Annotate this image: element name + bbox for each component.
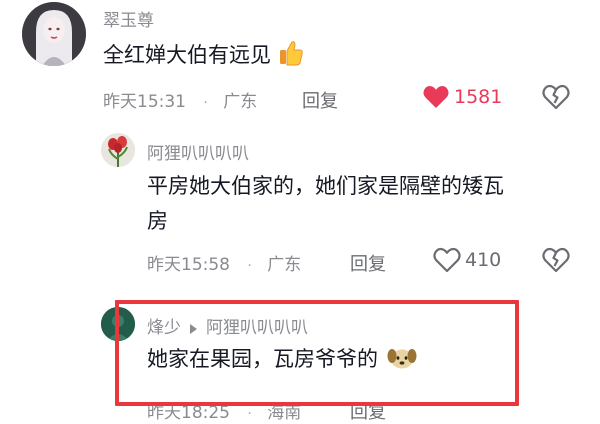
avatar[interactable] — [101, 133, 135, 167]
comment-time: 昨天18:25 — [147, 403, 230, 423]
comment-text-line: 房 — [147, 209, 168, 233]
like-count: 1581 — [454, 86, 503, 108]
comment-location: 广东 — [223, 92, 258, 112]
heart-outline-icon — [433, 247, 461, 273]
comment-location: 广东 — [267, 255, 302, 275]
comment-username[interactable]: 翠玉尊 — [103, 6, 154, 31]
comment-meta: 昨天15:31 · 广东 — [103, 87, 257, 112]
separator-dot: · — [203, 95, 208, 111]
heart-filled-icon — [422, 84, 450, 110]
comment-text-body: 全红婵大伯有远见 — [103, 43, 271, 67]
comment-text: 全红婵大伯有远见 — [103, 38, 304, 78]
avatar[interactable] — [22, 2, 86, 66]
comment-text: 平房她大伯家的，她们家是隔壁的矮瓦 房 — [147, 169, 504, 239]
comment-username[interactable]: 阿狸叭叭叭叭 — [147, 139, 249, 164]
broken-heart-icon — [542, 84, 570, 110]
like-count: 410 — [465, 249, 502, 271]
comment-text-line: 平房她大伯家的，她们家是隔壁的矮瓦 — [147, 174, 504, 198]
reply-button[interactable]: 回复 — [302, 87, 338, 113]
like-button[interactable]: 410 — [433, 247, 501, 273]
reply-button[interactable]: 回复 — [350, 250, 386, 276]
highlight-annotation-box — [115, 300, 519, 406]
dislike-button[interactable] — [542, 247, 570, 277]
comment-time: 昨天15:31 — [103, 92, 186, 112]
thumbs-up-emoji-icon — [278, 39, 304, 78]
separator-dot: · — [247, 258, 252, 274]
comment-meta: 昨天15:58 · 广东 — [147, 250, 301, 275]
comment-time: 昨天15:58 — [147, 255, 230, 275]
comment-location: 海南 — [267, 403, 302, 423]
like-button[interactable]: 1581 — [422, 84, 502, 110]
dislike-button[interactable] — [542, 84, 570, 114]
broken-heart-icon — [542, 247, 570, 273]
